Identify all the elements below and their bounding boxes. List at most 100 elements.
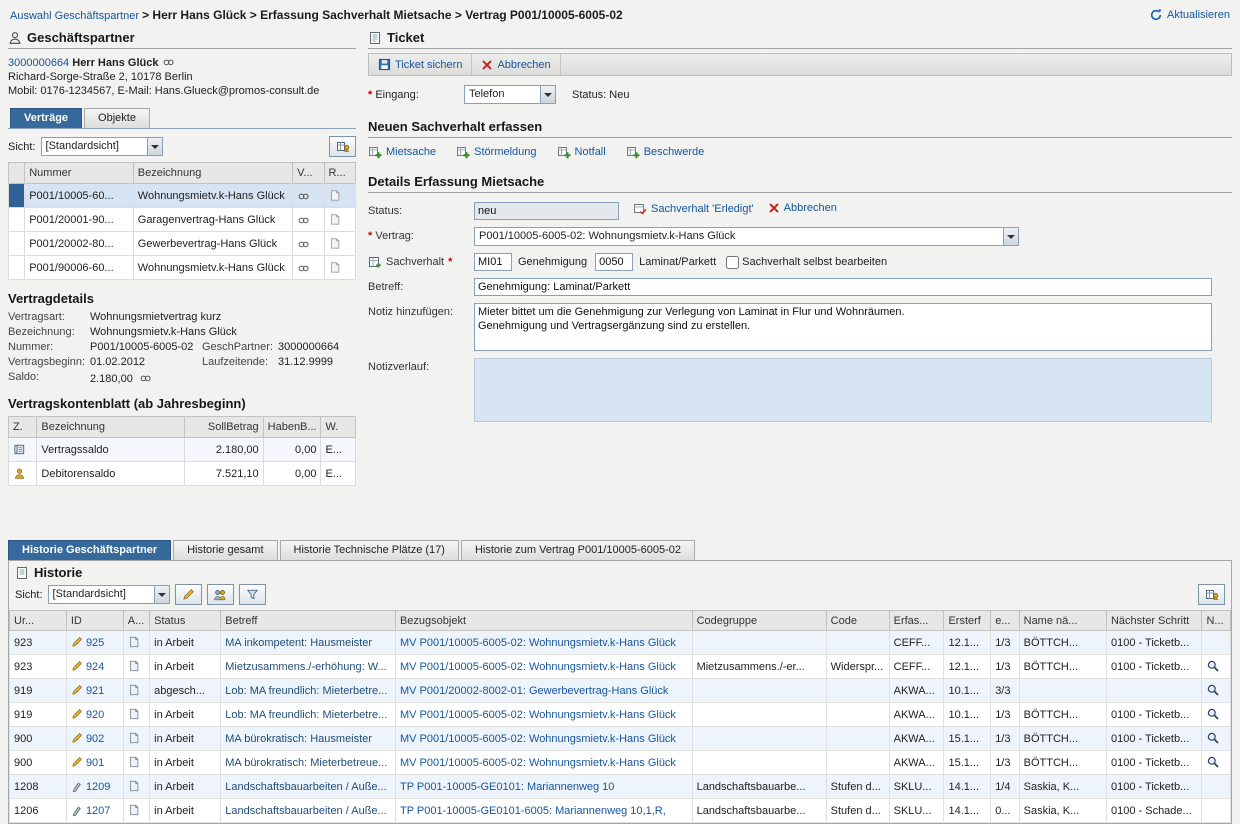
refresh-link[interactable]: Aktualisieren: [1167, 9, 1230, 21]
selbst-bearbeiten-checkbox[interactable]: [726, 256, 739, 269]
history-row[interactable]: 923 925 in Arbeit MA inkompetent: Hausme…: [10, 631, 1231, 655]
relation-icon[interactable]: [139, 371, 152, 384]
eingang-select[interactable]: Telefon: [464, 85, 556, 104]
ticket-save-button[interactable]: Ticket sichern: [369, 54, 472, 75]
hist-col-ur[interactable]: Ur...: [10, 611, 67, 631]
hist-col-schritt[interactable]: Nächster Schritt: [1106, 611, 1201, 631]
sachverhalt-code1-input[interactable]: [474, 253, 512, 271]
contract-row[interactable]: P001/20001-90... Garagenvertrag-Hans Glü…: [9, 208, 356, 232]
contract-row[interactable]: P001/20002-80... Gewerbevertrag-Hans Glü…: [9, 232, 356, 256]
hist-bezug-link[interactable]: TP P001-10005-GE0101: Mariannenweg 10: [400, 781, 614, 793]
contracts-col-nummer[interactable]: Nummer: [25, 163, 134, 184]
hist-bezug-link[interactable]: TP P001-10005-GE0101-6005: Mariannenweg …: [400, 805, 666, 817]
konten-col-z[interactable]: Z.: [9, 417, 37, 438]
hist-col-bezug[interactable]: Bezugsobjekt: [395, 611, 692, 631]
hist-bezug-link[interactable]: MV P001/10005-6005-02: Wohnungsmietv.k-H…: [400, 757, 676, 769]
konten-row[interactable]: Vertragssaldo 2.180,00 0,00 E...: [9, 438, 356, 462]
history-sicht-select[interactable]: [Standardsicht]: [48, 585, 170, 604]
hist-col-ersterf[interactable]: Ersterf: [944, 611, 991, 631]
link-beschwerde[interactable]: Beschwerde: [626, 145, 705, 159]
hist-bezug-link[interactable]: MV P001/10005-6005-02: Wohnungsmietv.k-H…: [400, 709, 676, 721]
hist-id-link[interactable]: 1209: [86, 781, 110, 793]
betreff-input[interactable]: [474, 278, 1212, 296]
hist-bezug-link[interactable]: MV P001/10005-6005-02: Wohnungsmietv.k-H…: [400, 637, 676, 649]
hist-bezug-link[interactable]: MV P001/20002-8002-01: Gewerbevertrag-Ha…: [400, 685, 668, 697]
notizverlauf-textarea[interactable]: [474, 358, 1212, 422]
history-row[interactable]: 919 921 abgesch... Lob: MA freundlich: M…: [10, 679, 1231, 703]
history-row[interactable]: 923 924 in Arbeit Mietzusammens./-erhöhu…: [10, 655, 1231, 679]
sachverhalt-picker-button[interactable]: Sachverhalt *: [368, 255, 474, 269]
hist-col-a[interactable]: A...: [123, 611, 149, 631]
contracts-sicht-select[interactable]: [Standardsicht]: [41, 137, 163, 156]
tab-historie-geschaeftspartner[interactable]: Historie Geschäftspartner: [8, 540, 171, 560]
relation-icon[interactable]: [297, 189, 310, 202]
hist-col-code[interactable]: Code: [826, 611, 889, 631]
hist-col-erfas[interactable]: Erfas...: [889, 611, 944, 631]
document-icon[interactable]: [329, 213, 341, 226]
tab-vertraege[interactable]: Verträge: [10, 108, 82, 128]
document-icon[interactable]: [329, 261, 341, 274]
hist-id-link[interactable]: 924: [86, 661, 104, 673]
magnifier-icon[interactable]: [1206, 707, 1220, 721]
hist-id-link[interactable]: 1207: [86, 805, 110, 817]
link-notfall[interactable]: Notfall: [557, 145, 606, 159]
magnifier-icon[interactable]: [1206, 731, 1220, 745]
history-row[interactable]: 900 902 in Arbeit MA bürokratisch: Hausm…: [10, 727, 1231, 751]
history-view-settings-button[interactable]: [1198, 584, 1225, 605]
konten-col-bezeichnung[interactable]: Bezeichnung: [37, 417, 184, 438]
breadcrumb-link-auswahl[interactable]: Auswahl Geschäftspartner: [10, 10, 139, 22]
hist-col-e[interactable]: e...: [991, 611, 1019, 631]
relation-icon[interactable]: [162, 55, 175, 68]
contract-row[interactable]: P001/10005-60... Wohnungsmietv.k-Hans Gl…: [9, 184, 356, 208]
hist-id-link[interactable]: 925: [86, 637, 104, 649]
hist-id-link[interactable]: 902: [86, 733, 104, 745]
erfassung-status-input[interactable]: [474, 202, 619, 220]
refresh-action[interactable]: Aktualisieren: [1149, 8, 1230, 22]
hist-col-id[interactable]: ID: [66, 611, 123, 631]
history-row[interactable]: 919 920 in Arbeit Lob: MA freundlich: Mi…: [10, 703, 1231, 727]
relation-icon[interactable]: [297, 261, 310, 274]
vertrag-select[interactable]: P001/10005-6005-02: Wohnungsmietv.k-Hans…: [474, 227, 1019, 246]
contracts-col-bezeichnung[interactable]: Bezeichnung: [133, 163, 292, 184]
ticket-cancel-button[interactable]: Abbrechen: [472, 54, 560, 75]
hist-bezug-link[interactable]: MV P001/10005-6005-02: Wohnungsmietv.k-H…: [400, 661, 676, 673]
hist-bezug-link[interactable]: MV P001/10005-6005-02: Wohnungsmietv.k-H…: [400, 733, 676, 745]
contracts-view-settings-button[interactable]: [329, 136, 356, 157]
tab-objekte[interactable]: Objekte: [84, 108, 150, 128]
konten-col-haben[interactable]: HabenB...: [263, 417, 321, 438]
hist-col-codegruppe[interactable]: Codegruppe: [692, 611, 826, 631]
konten-col-soll[interactable]: SollBetrag: [184, 417, 263, 438]
konten-col-w[interactable]: W.: [321, 417, 356, 438]
link-mietsache[interactable]: Mietsache: [368, 145, 436, 159]
link-stoermeldung[interactable]: Störmeldung: [456, 145, 536, 159]
hist-col-betreff[interactable]: Betreff: [221, 611, 396, 631]
relation-icon[interactable]: [297, 213, 310, 226]
hist-col-name[interactable]: Name nä...: [1019, 611, 1106, 631]
magnifier-icon[interactable]: [1206, 683, 1220, 697]
magnifier-icon[interactable]: [1206, 755, 1220, 769]
sachverhalt-code2-input[interactable]: [595, 253, 633, 271]
document-icon[interactable]: [329, 237, 341, 250]
history-filter-button[interactable]: [239, 584, 266, 605]
tab-historie-gesamt[interactable]: Historie gesamt: [173, 540, 277, 560]
hist-id-link[interactable]: 920: [86, 709, 104, 721]
partner-id-link[interactable]: 3000000664: [8, 57, 69, 69]
notiz-textarea[interactable]: Mieter bittet um die Genehmigung zur Ver…: [474, 303, 1212, 351]
history-row[interactable]: 900 901 in Arbeit MA bürokratisch: Miete…: [10, 751, 1231, 775]
erledigt-button[interactable]: Sachverhalt 'Erledigt': [633, 202, 754, 216]
contracts-col-v[interactable]: V...: [293, 163, 324, 184]
history-edit-button[interactable]: [175, 584, 202, 605]
history-partner-button[interactable]: [207, 584, 234, 605]
hist-col-status[interactable]: Status: [150, 611, 221, 631]
history-row[interactable]: 1208 1209 in Arbeit Landschaftsbauarbeit…: [10, 775, 1231, 799]
tab-historie-technische-plaetze[interactable]: Historie Technische Plätze (17): [280, 540, 459, 560]
contract-row[interactable]: P001/90006-60... Wohnungsmietv.k-Hans Gl…: [9, 256, 356, 280]
tab-historie-vertrag[interactable]: Historie zum Vertrag P001/10005-6005-02: [461, 540, 695, 560]
erfassung-abbrechen-button[interactable]: Abbrechen: [768, 202, 837, 214]
contracts-col-r[interactable]: R...: [324, 163, 355, 184]
konten-row[interactable]: Debitorensaldo 7.521,10 0,00 E...: [9, 462, 356, 486]
hist-id-link[interactable]: 921: [86, 685, 104, 697]
magnifier-icon[interactable]: [1206, 659, 1220, 673]
hist-col-n[interactable]: N...: [1202, 611, 1231, 631]
document-icon[interactable]: [329, 189, 341, 202]
